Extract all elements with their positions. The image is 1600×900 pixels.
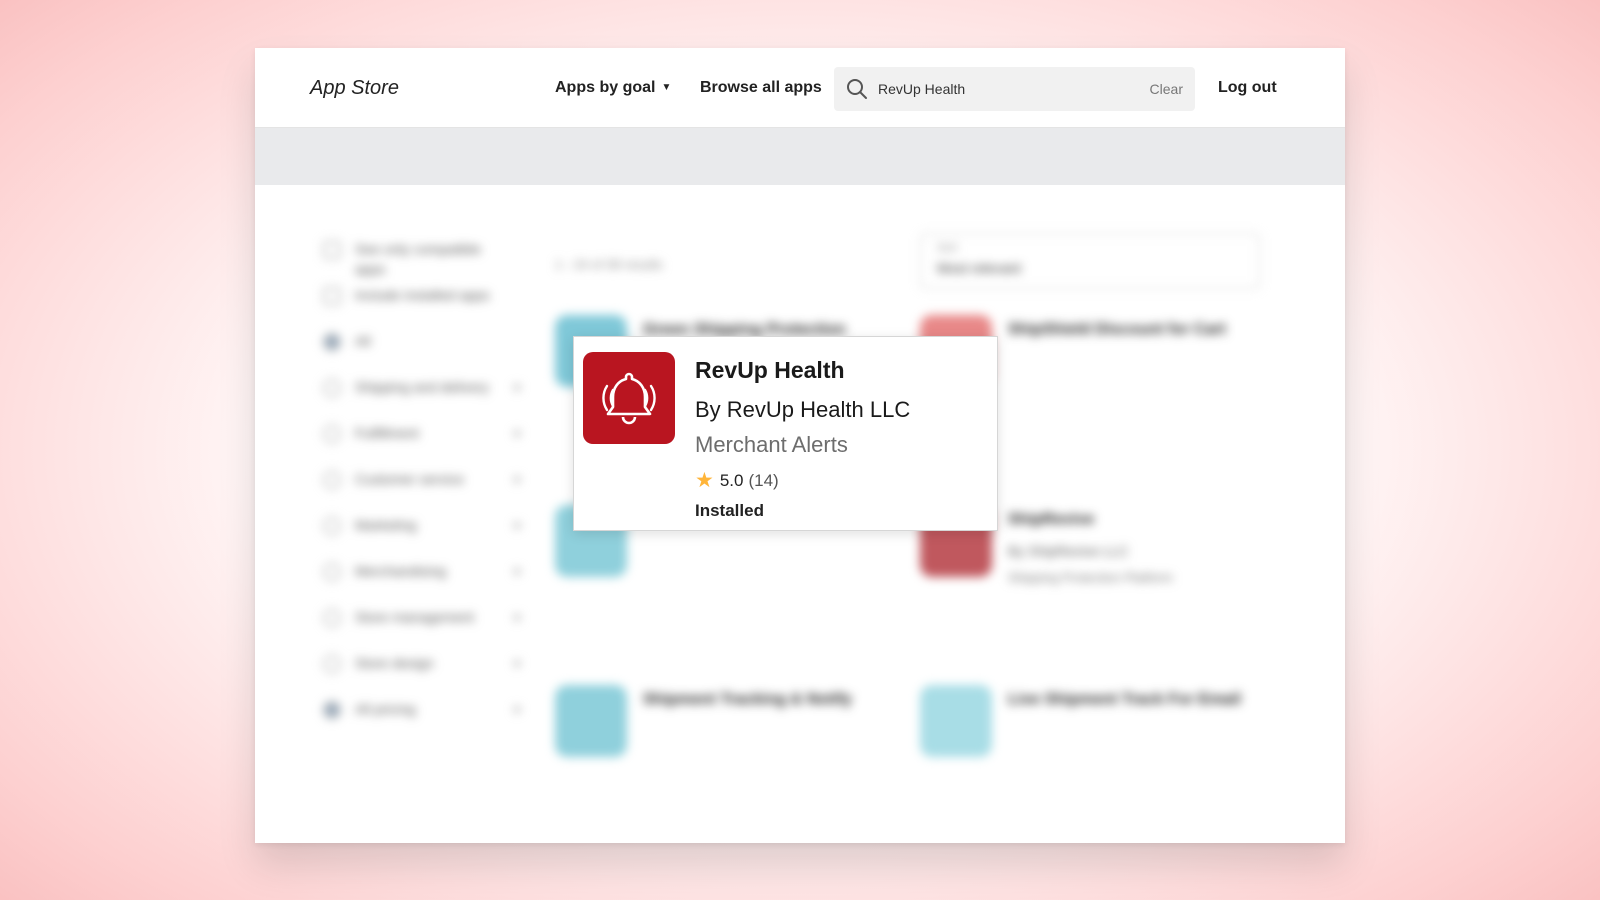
radio[interactable] — [323, 517, 341, 535]
filter-sidebar: See only compatible apps Include install… — [323, 235, 533, 741]
logout-button[interactable]: Log out — [1218, 79, 1277, 97]
nav-apps-by-goal[interactable]: Apps by goal ▼ — [555, 79, 671, 97]
filter-label: Store management — [355, 609, 475, 625]
results-count: 1 - 24 of 38 results — [555, 257, 663, 272]
app-preview-popup[interactable]: RevUp Health By RevUp Health LLC Merchan… — [573, 336, 998, 531]
app-name: RevUp Health — [695, 357, 845, 383]
filter-label: Marketing — [355, 517, 417, 533]
brand-title[interactable]: App Store — [310, 77, 399, 100]
app-icon — [555, 685, 627, 757]
search-clear-button[interactable]: Clear — [1150, 81, 1183, 97]
filter-label: Merchandising — [355, 563, 447, 579]
nav-browse-all-apps[interactable]: Browse all apps — [700, 79, 822, 97]
filter-item[interactable]: Fulfillment ▼ — [323, 419, 533, 459]
radio[interactable] — [323, 425, 341, 443]
bell-ringing-icon — [583, 352, 675, 444]
hero-banner — [255, 128, 1345, 185]
filter-item[interactable]: See only compatible apps — [323, 235, 533, 277]
checkbox[interactable] — [323, 287, 341, 305]
chevron-down-icon: ▼ — [511, 703, 523, 717]
radio[interactable] — [323, 655, 341, 673]
chevron-down-icon: ▼ — [511, 381, 523, 395]
filter-label: Include installed apps — [355, 287, 490, 303]
sort-label: Sort — [937, 242, 958, 254]
filter-label: All pricing — [355, 701, 416, 717]
filter-label: See only compatible apps — [355, 241, 482, 277]
radio[interactable] — [323, 333, 341, 351]
chevron-down-icon: ▼ — [511, 565, 523, 579]
app-category: Merchant Alerts — [695, 432, 848, 457]
chevron-down-icon: ▼ — [511, 519, 523, 533]
app-card-title: Live Shipment Track For Email — [1008, 691, 1241, 708]
filter-item[interactable]: Shipping and delivery ▼ — [323, 373, 533, 413]
filter-label: Store design — [355, 655, 434, 671]
nav-apps-by-goal-label: Apps by goal — [555, 79, 656, 96]
filter-label: Customer service — [355, 471, 464, 487]
star-icon: ★ — [695, 469, 714, 492]
filter-item[interactable]: Store design ▼ — [323, 649, 533, 689]
rating-value: 5.0 — [719, 470, 744, 490]
app-developer: By RevUp Health LLC — [695, 397, 911, 422]
radio[interactable] — [323, 563, 341, 581]
filter-item[interactable]: All pricing ▼ — [323, 695, 533, 735]
app-icon — [920, 685, 992, 757]
filter-item[interactable]: Customer service ▼ — [323, 465, 533, 505]
filter-label: Shipping and delivery — [355, 379, 489, 395]
sort-value: Most relevant — [937, 260, 1022, 276]
chevron-down-icon: ▼ — [661, 82, 672, 93]
radio[interactable] — [323, 379, 341, 397]
app-card[interactable]: Live Shipment Track For Email — [920, 685, 1280, 843]
app-card-title: Shipment Tracking & Notify — [643, 691, 852, 708]
chevron-down-icon: ▼ — [511, 611, 523, 625]
radio[interactable] — [323, 471, 341, 489]
filter-label: Fulfillment — [355, 425, 419, 441]
search-icon — [847, 79, 867, 99]
app-card[interactable]: Shipment Tracking & Notify — [555, 685, 915, 843]
chevron-down-icon: ▼ — [511, 473, 523, 487]
top-navigation-bar: App Store Apps by goal ▼ Browse all apps … — [255, 48, 1345, 128]
filter-item[interactable]: Store management ▼ — [323, 603, 533, 643]
install-status: Installed — [695, 501, 764, 520]
sort-select[interactable]: Sort Most relevant — [920, 233, 1260, 289]
app-card-description: Shipping Protection Platform — [1008, 570, 1173, 585]
app-card-title: ShipShield Discount for Cart — [1008, 321, 1226, 338]
filter-item[interactable]: Marketing ▼ — [323, 511, 533, 551]
radio[interactable] — [323, 701, 341, 719]
filter-label: All — [355, 333, 371, 349]
rating-count: (14) — [748, 470, 779, 490]
filter-item[interactable]: Include installed apps — [323, 281, 533, 321]
app-card-title: ShipRevive — [1008, 511, 1095, 528]
search-input[interactable] — [878, 67, 1128, 111]
app-rating: ★ 5.0 (14) — [695, 468, 779, 493]
filter-item[interactable]: Merchandising ▼ — [323, 557, 533, 597]
radio[interactable] — [323, 609, 341, 627]
checkbox[interactable] — [323, 241, 341, 259]
filter-item[interactable]: All — [323, 327, 533, 367]
chevron-down-icon: ▼ — [511, 657, 523, 671]
app-card-developer: By ShipRevive LLC — [1008, 543, 1129, 559]
search-bar[interactable]: Clear — [834, 67, 1195, 111]
chevron-down-icon: ▼ — [511, 427, 523, 441]
